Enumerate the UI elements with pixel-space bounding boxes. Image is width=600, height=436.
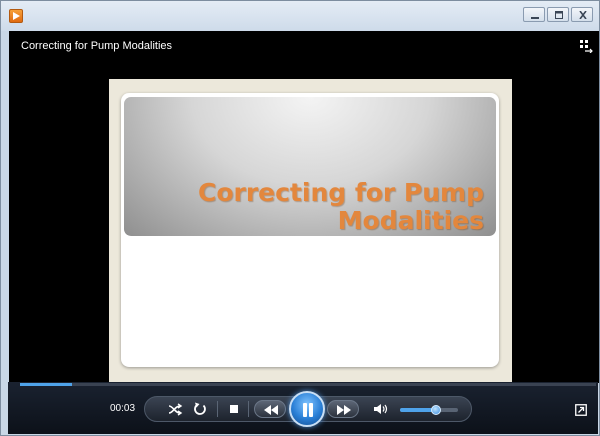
close-icon — [579, 11, 587, 19]
switch-to-fullscreen-button[interactable] — [575, 403, 587, 421]
fullscreen-toggle-icon — [575, 404, 587, 416]
pause-icon — [303, 403, 313, 417]
previous-icon — [264, 405, 278, 415]
separator — [248, 401, 249, 417]
next-icon — [337, 405, 351, 415]
slide-title: Correcting for Pump Modalities — [197, 178, 484, 235]
pause-button[interactable] — [289, 391, 325, 427]
repeat-icon — [194, 402, 206, 415]
seek-bar[interactable] — [20, 383, 596, 386]
minimize-icon — [531, 17, 539, 19]
title-bar — [1, 1, 599, 31]
maximize-icon — [555, 11, 563, 19]
player-window: Correcting for Pump Modalities Correctin… — [0, 0, 600, 436]
next-button[interactable] — [327, 400, 359, 418]
switch-view-icon — [580, 40, 593, 54]
separator — [217, 401, 218, 417]
shuffle-icon — [168, 403, 183, 416]
volume-slider-thumb[interactable] — [431, 405, 441, 415]
window-controls — [523, 7, 593, 22]
slide-frame: Correcting for Pump Modalities — [109, 79, 512, 383]
current-time: 00:03 — [110, 403, 136, 414]
switch-to-library-button[interactable] — [579, 39, 593, 58]
maximize-button[interactable] — [547, 7, 569, 22]
media-player-icon — [9, 9, 23, 23]
mute-button[interactable] — [372, 400, 390, 418]
video-title: Correcting for Pump Modalities — [21, 40, 173, 52]
seek-bar-progress — [20, 383, 72, 386]
slide-header-band: Correcting for Pump Modalities — [124, 97, 496, 236]
video-area[interactable]: Correcting for Pump Modalities Correctin… — [9, 31, 599, 383]
minimize-button[interactable] — [523, 7, 545, 22]
shuffle-button[interactable] — [166, 400, 184, 418]
stop-button[interactable] — [225, 400, 243, 418]
speaker-icon — [374, 404, 388, 414]
stop-icon — [230, 405, 238, 413]
repeat-button[interactable] — [191, 400, 209, 418]
slide-content: Correcting for Pump Modalities — [121, 93, 499, 367]
previous-button[interactable] — [254, 400, 286, 418]
close-button[interactable] — [571, 7, 593, 22]
